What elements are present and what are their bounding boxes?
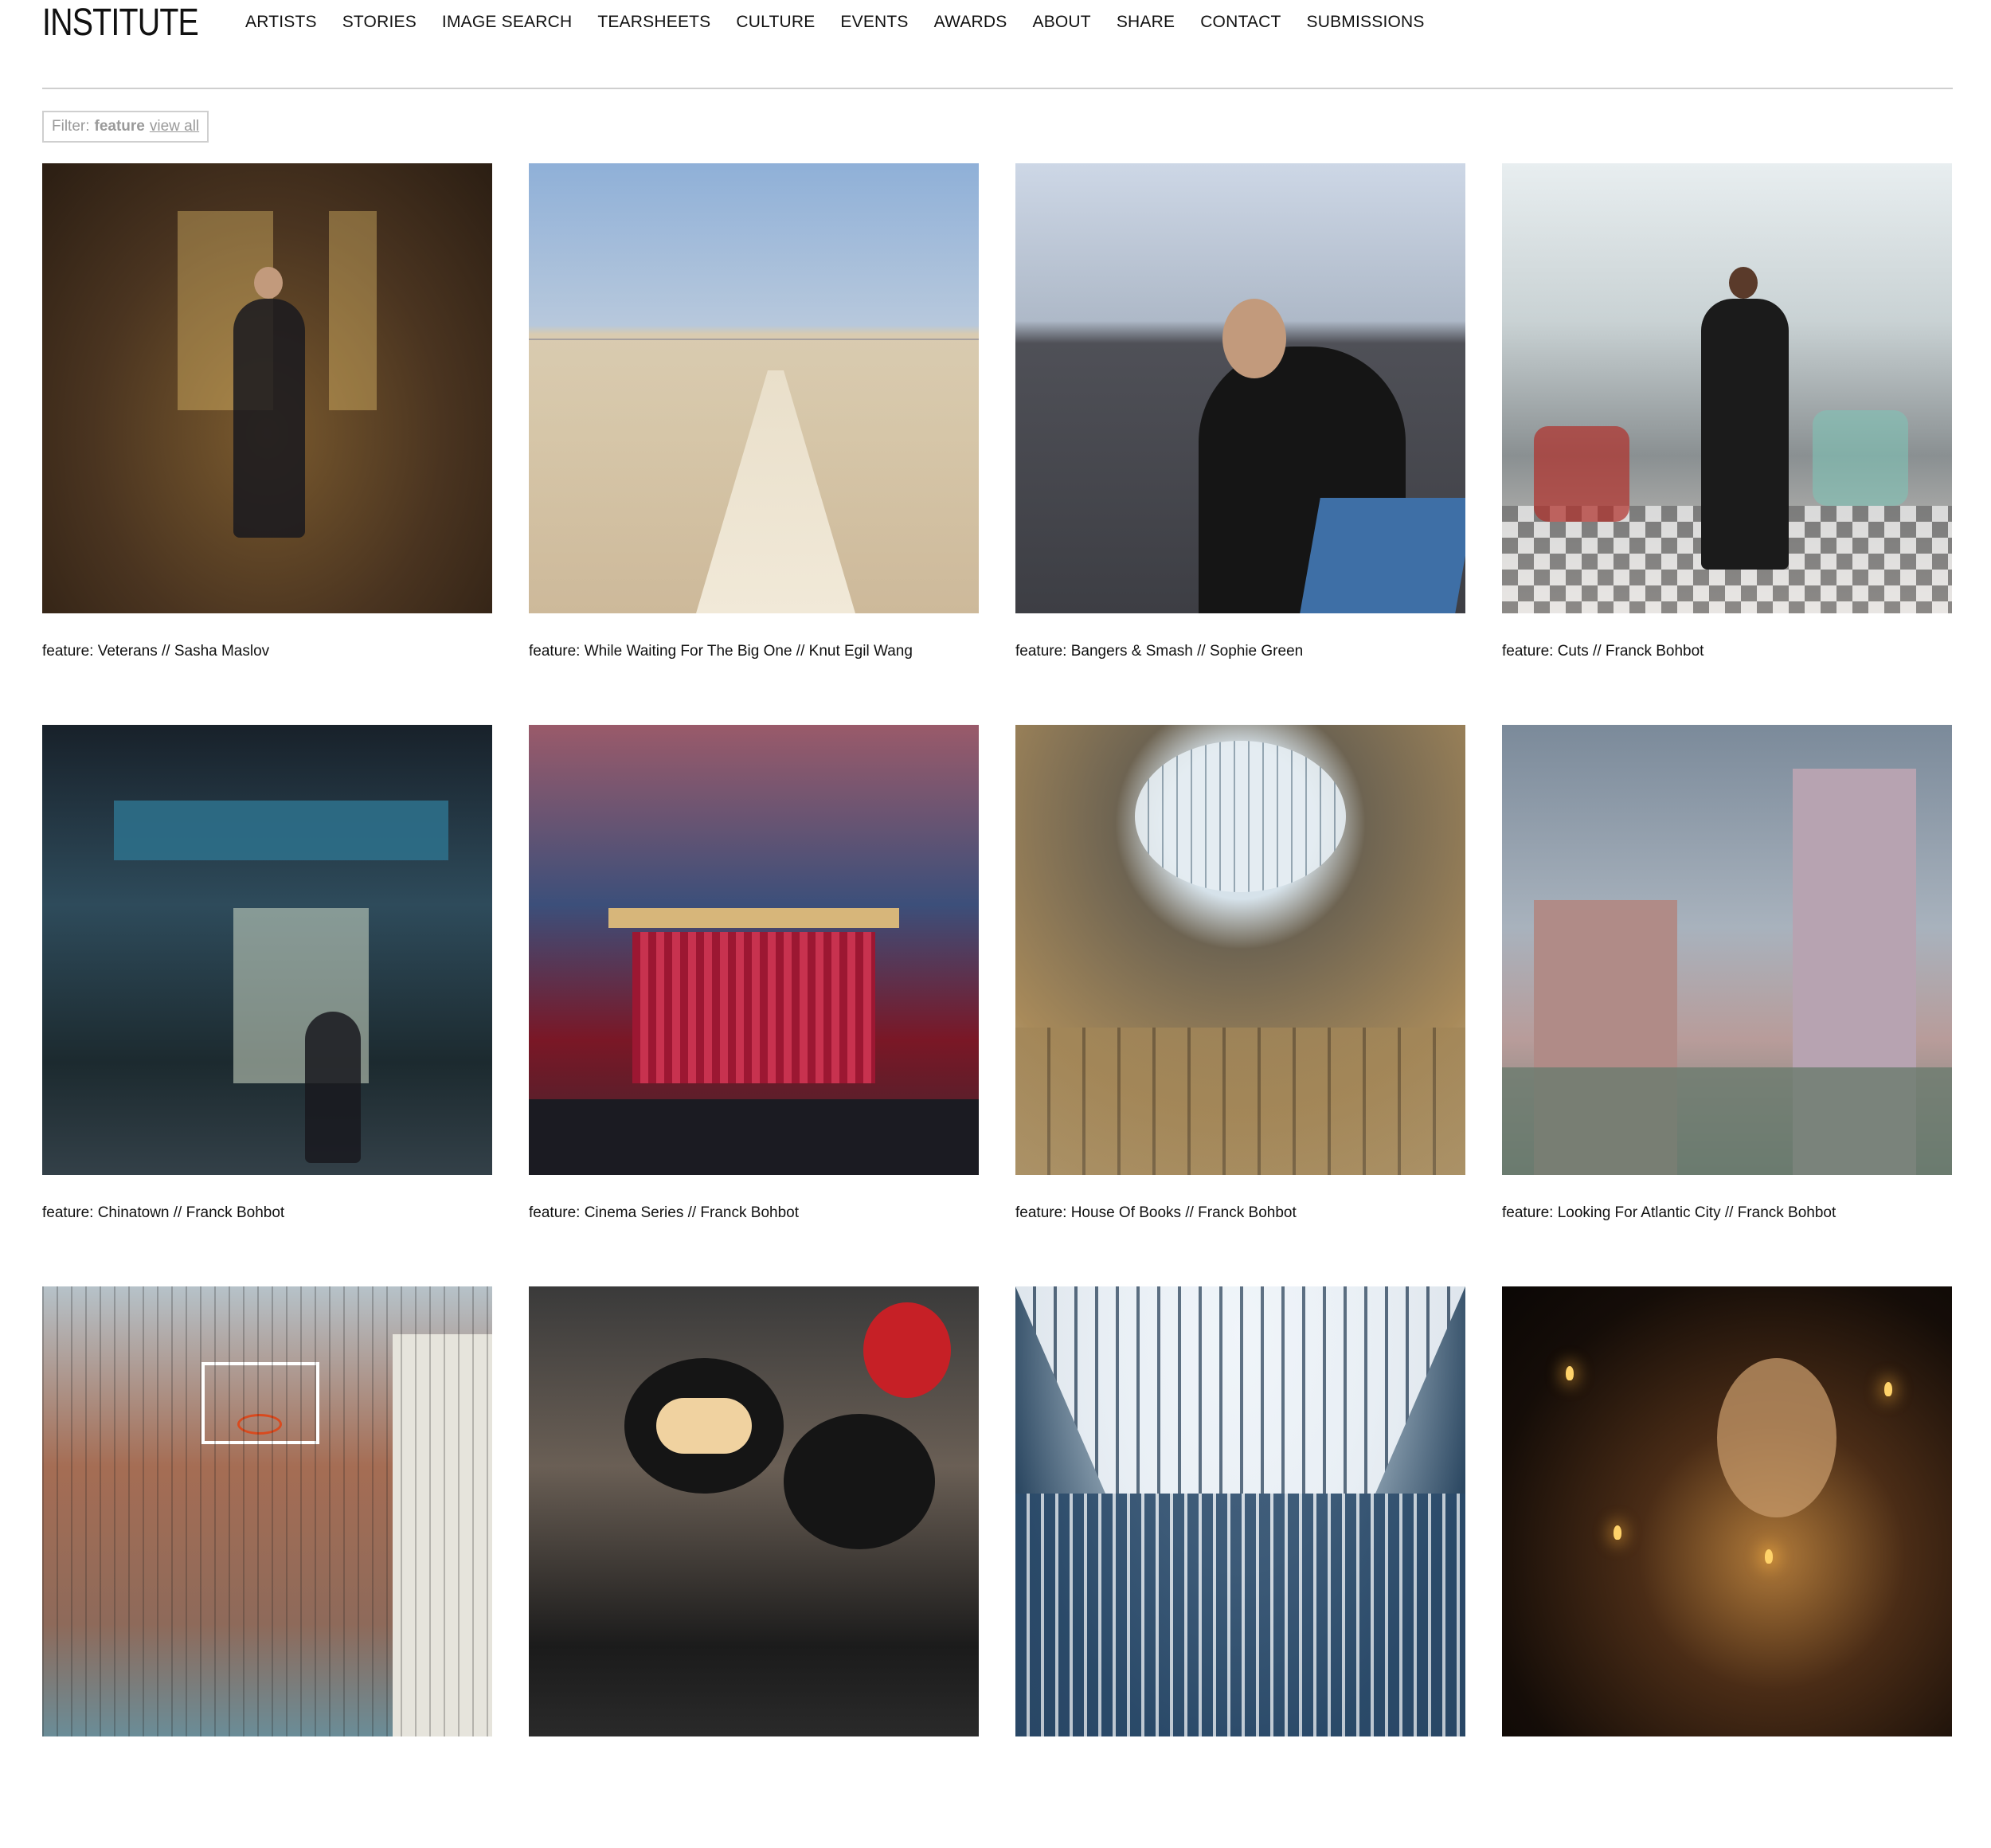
thumbnail-image [1015,1286,1465,1736]
card-caption: feature: Looking For Atlantic City // Fr… [1502,1204,1836,1221]
nav-item-tearsheets[interactable]: TEARSHEETS [597,8,710,37]
thumbnail-image [529,163,979,613]
gallery-card[interactable]: feature: Chinatown // Franck Bohbot [42,725,492,1286]
thumbnail-image [1015,725,1465,1175]
gallery-card[interactable]: feature: Cuts // Franck Bohbot [1502,163,1952,725]
gallery-card[interactable] [1502,1286,1952,1848]
page: INSTITUTE ARTISTS STORIES IMAGE SEARCH T… [0,0,1991,1736]
site-header: INSTITUTE ARTISTS STORIES IMAGE SEARCH T… [0,0,1991,88]
card-caption: feature: Cuts // Franck Bohbot [1502,643,1704,660]
gallery-grid: feature: Veterans // Sasha Maslov featur… [42,163,1954,1848]
thumbnail-image [42,725,492,1175]
card-caption: feature: Veterans // Sasha Maslov [42,643,270,660]
nav-item-contact[interactable]: CONTACT [1200,8,1281,37]
filter-label: Filter: [52,118,90,135]
thumbnail-image [42,163,492,613]
gallery-card[interactable]: feature: House Of Books // Franck Bohbot [1015,725,1465,1286]
card-caption: feature: Bangers & Smash // Sophie Green [1015,643,1304,660]
thumbnail-image [1502,1286,1952,1736]
gallery-card[interactable]: feature: While Waiting For The Big One /… [529,163,979,725]
nav-item-about[interactable]: ABOUT [1032,8,1090,37]
nav-item-artists[interactable]: ARTISTS [245,8,317,37]
main-nav: ARTISTS STORIES IMAGE SEARCH TEARSHEETS … [245,8,1425,37]
card-caption: feature: Cinema Series // Franck Bohbot [529,1204,799,1221]
nav-item-image-search[interactable]: IMAGE SEARCH [442,8,572,37]
thumbnail-image [42,1286,492,1736]
nav-item-events[interactable]: EVENTS [840,8,908,37]
gallery-card[interactable]: feature: Veterans // Sasha Maslov [42,163,492,725]
card-caption: feature: Chinatown // Franck Bohbot [42,1204,285,1221]
nav-item-submissions[interactable]: SUBMISSIONS [1307,8,1425,37]
filter-value: feature [94,118,145,135]
card-caption: feature: While Waiting For The Big One /… [529,643,913,660]
thumbnail-image [529,725,979,1175]
gallery-card[interactable] [529,1286,979,1848]
nav-item-culture[interactable]: CULTURE [736,8,815,37]
thumbnail-image [1015,163,1465,613]
header-divider [42,88,1953,89]
thumbnail-image [529,1286,979,1736]
gallery-card[interactable] [42,1286,492,1848]
gallery-card[interactable]: feature: Looking For Atlantic City // Fr… [1502,725,1952,1286]
nav-item-stories[interactable]: STORIES [342,8,417,37]
nav-item-awards[interactable]: AWARDS [934,8,1007,37]
card-caption: feature: House Of Books // Franck Bohbot [1015,1204,1297,1221]
site-logo[interactable]: INSTITUTE [42,0,199,46]
filter-box: Filter: feature view all [42,111,209,143]
nav-item-share[interactable]: SHARE [1117,8,1175,37]
gallery-card[interactable] [1015,1286,1465,1848]
view-all-link[interactable]: view all [150,118,199,135]
thumbnail-image [1502,163,1952,613]
gallery-card[interactable]: feature: Cinema Series // Franck Bohbot [529,725,979,1286]
thumbnail-image [1502,725,1952,1175]
gallery-card[interactable]: feature: Bangers & Smash // Sophie Green [1015,163,1465,725]
